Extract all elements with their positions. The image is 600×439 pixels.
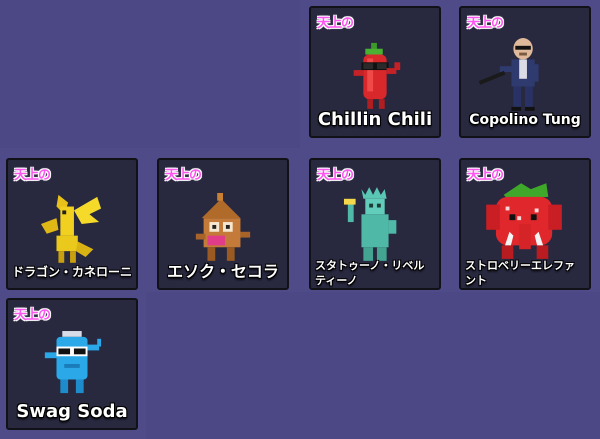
card-name: Copolino Tung <box>469 112 581 128</box>
brainrot-card-strawberry-elephant[interactable]: 天上の ストロベリーエレファント <box>459 158 591 290</box>
brainrot-card-chillin-chili[interactable]: 天上の Chillin Chili <box>309 6 441 138</box>
background-panel-bottom <box>146 292 600 439</box>
brainrot-card-esok-sekolah[interactable]: 天上の エソク・セコラ <box>157 158 289 290</box>
brainrot-card-statutino-libertino[interactable]: 天上の スタトゥーノ・リベルティーノ <box>309 158 441 290</box>
card-name: スタトゥーノ・リベルティーノ <box>315 259 425 287</box>
rarity-label: 天上の <box>317 16 354 31</box>
rarity-label: 天上の <box>467 16 504 31</box>
card-name: Swag Soda <box>16 401 128 422</box>
rarity-label: 天上の <box>317 168 354 183</box>
rarity-label: 天上の <box>14 308 51 323</box>
card-name: エソク・セコラ <box>167 262 279 281</box>
brainrot-card-copolino-tung[interactable]: 天上の Copolino Tung <box>459 6 591 138</box>
background-panel-top <box>0 0 300 148</box>
card-name: ストロベリーエレファント <box>465 259 575 287</box>
card-name: ドラゴン・カネローニ <box>11 265 132 279</box>
rarity-label: 天上の <box>14 168 51 183</box>
brainrot-card-swag-soda[interactable]: 天上の Swag Soda <box>6 298 138 430</box>
rarity-label: 天上の <box>467 168 504 183</box>
brainrot-card-dragon-cannelloni[interactable]: 天上の ドラゴン・カネローニ <box>6 158 138 290</box>
card-name: Chillin Chili <box>317 109 433 130</box>
rarity-label: 天上の <box>165 168 202 183</box>
